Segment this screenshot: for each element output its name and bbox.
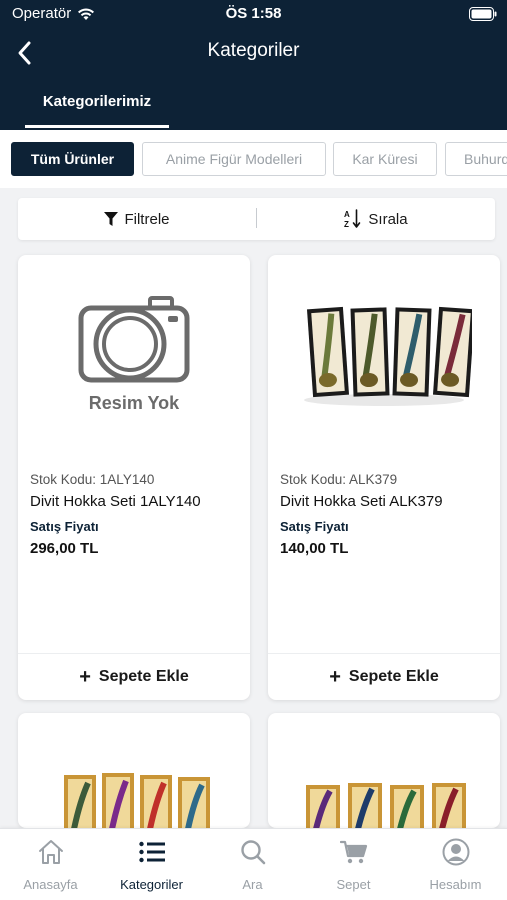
price-label: Satış Fiyatı bbox=[30, 519, 99, 534]
product-name: Divit Hokka Seti ALK379 bbox=[280, 493, 443, 510]
search-icon bbox=[240, 840, 265, 865]
quill-pen-set-photo bbox=[304, 781, 468, 828]
price-label: Satış Fiyatı bbox=[280, 519, 349, 534]
page-title: Kategoriler bbox=[207, 40, 300, 61]
product-card[interactable] bbox=[18, 713, 250, 828]
account-icon bbox=[442, 838, 469, 866]
product-card[interactable]: Stok Kodu: ALK379 Divit Hokka Seti ALK37… bbox=[268, 255, 500, 700]
tabbar-label: Sepet bbox=[336, 877, 371, 892]
product-name: Divit Hokka Seti 1ALY140 bbox=[30, 493, 201, 510]
filter-sort-bar: Filtrele A Z Sırala bbox=[18, 198, 495, 240]
tab-kategorilerimiz[interactable]: Kategorilerimiz bbox=[25, 80, 169, 130]
tabbar-item-anasayfa[interactable]: Anasayfa bbox=[0, 829, 101, 900]
home-icon bbox=[38, 840, 63, 864]
tabbar-label: Kategoriler bbox=[120, 877, 183, 892]
product-image bbox=[268, 255, 500, 455]
tabbar-label: Hesabım bbox=[429, 877, 482, 892]
stock-code: Stok Kodu: 1ALY140 bbox=[30, 472, 155, 487]
nav-bar: Kategoriler bbox=[0, 28, 507, 78]
tabbar-item-sepet[interactable]: Sepet bbox=[303, 829, 404, 900]
chip-tum-urunler[interactable]: Tüm Ürünler bbox=[11, 142, 134, 176]
no-image-text: Resim Yok bbox=[88, 393, 180, 413]
add-to-cart-button[interactable]: + Sepete Ekle bbox=[18, 654, 250, 700]
product-image: Resim Yok bbox=[18, 255, 250, 455]
plus-icon: + bbox=[79, 665, 91, 688]
battery-icon bbox=[469, 7, 497, 25]
tab-label: Kategorilerimiz bbox=[42, 93, 152, 110]
camera-icon bbox=[78, 296, 190, 383]
filter-label: Filtrele bbox=[124, 210, 170, 228]
chip-kar-kuresi[interactable]: Kar Küresi bbox=[333, 142, 437, 176]
status-bar: Operatör ÖS 1:58 bbox=[0, 0, 507, 28]
price-value: 140,00 TL bbox=[280, 540, 349, 557]
no-image-placeholder: Resim Yok bbox=[78, 296, 190, 414]
status-time: ÖS 1:58 bbox=[225, 5, 282, 22]
svg-text:A: A bbox=[344, 210, 350, 219]
tabbar-label: Anasayfa bbox=[23, 877, 78, 892]
category-chips: Tüm Ürünler Anime Figür Modelleri Kar Kü… bbox=[0, 130, 507, 188]
filter-button[interactable]: Filtrele bbox=[18, 198, 256, 240]
product-card[interactable]: Resim Yok Stok Kodu: 1ALY140 Divit Hokka… bbox=[18, 255, 250, 700]
quill-pen-set-photo bbox=[62, 771, 212, 828]
funnel-icon bbox=[104, 211, 119, 226]
bottom-tab-bar: Anasayfa Kategoriler Ara Sepet Hesabım bbox=[0, 828, 507, 900]
svg-text:Z: Z bbox=[344, 220, 349, 229]
product-info: Stok Kodu: 1ALY140 Divit Hokka Seti 1ALY… bbox=[30, 470, 242, 559]
add-to-cart-button[interactable]: + Sepete Ekle bbox=[268, 654, 500, 700]
sort-az-icon: A Z bbox=[344, 209, 361, 229]
product-info: Stok Kodu: ALK379 Divit Hokka Seti ALK37… bbox=[280, 470, 492, 559]
tabbar-item-kategoriler[interactable]: Kategoriler bbox=[101, 829, 202, 900]
tab-active-indicator bbox=[25, 125, 169, 128]
tab-row: Kategorilerimiz bbox=[0, 80, 507, 130]
add-to-cart-label: Sepete Ekle bbox=[348, 668, 439, 685]
add-to-cart-label: Sepete Ekle bbox=[98, 668, 189, 685]
plus-icon: + bbox=[329, 665, 341, 688]
chip-buhurdanlik[interactable]: Buhurdanlık bbox=[445, 142, 507, 176]
tabbar-item-ara[interactable]: Ara bbox=[202, 829, 303, 900]
quill-pen-set-photo bbox=[304, 306, 472, 406]
tabbar-item-hesabim[interactable]: Hesabım bbox=[404, 829, 507, 900]
product-card[interactable] bbox=[268, 713, 500, 828]
stock-code: Stok Kodu: ALK379 bbox=[280, 472, 398, 487]
sort-label: Sırala bbox=[368, 210, 408, 228]
cart-icon bbox=[339, 840, 367, 864]
chip-anime-figur[interactable]: Anime Figür Modelleri bbox=[142, 142, 326, 176]
app-header: Operatör ÖS 1:58 Kategoriler Kategoriler… bbox=[0, 0, 507, 130]
list-icon bbox=[138, 841, 165, 863]
sort-button[interactable]: A Z Sırala bbox=[257, 198, 495, 240]
price-value: 296,00 TL bbox=[30, 540, 99, 557]
tabbar-label: Ara bbox=[242, 877, 263, 892]
